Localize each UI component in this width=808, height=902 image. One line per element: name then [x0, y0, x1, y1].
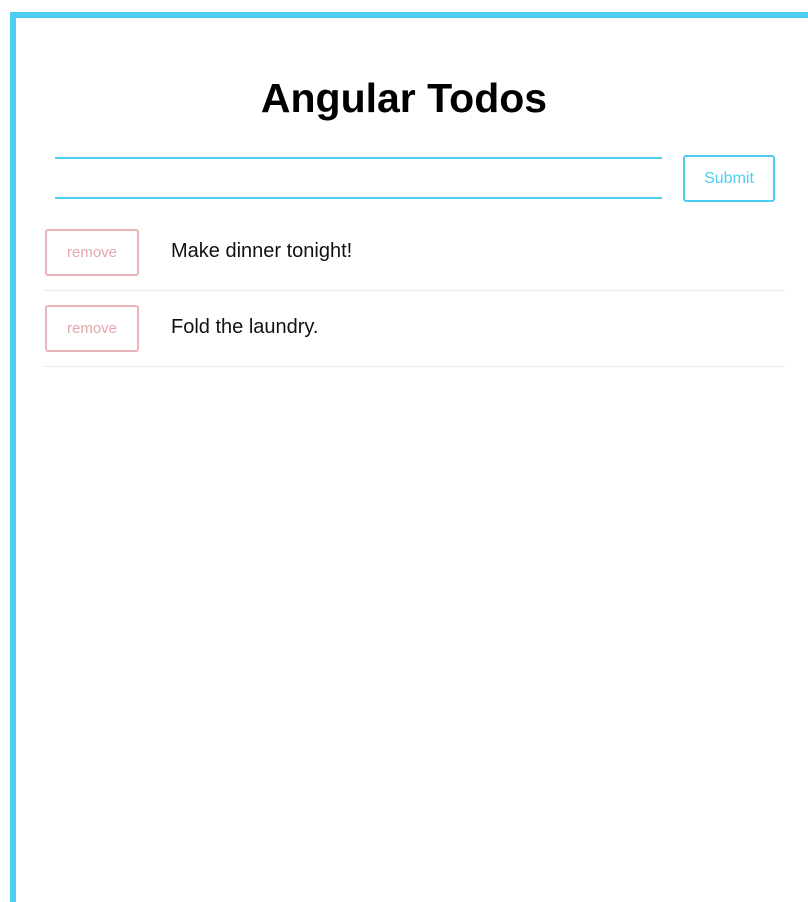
todo-list: remove Make dinner tonight! remove Fold …	[44, 215, 785, 367]
todo-text: Make dinner tonight!	[171, 240, 353, 262]
remove-button[interactable]: remove	[45, 229, 139, 276]
todo-text: Fold the laundry.	[171, 316, 319, 338]
remove-button[interactable]: remove	[45, 305, 139, 352]
submit-button[interactable]: Submit	[683, 155, 775, 202]
app-frame	[10, 12, 808, 902]
todo-item: remove Fold the laundry.	[44, 291, 785, 367]
todo-input[interactable]	[55, 157, 662, 199]
page-title: Angular Todos	[260, 75, 548, 121]
todo-item: remove Make dinner tonight!	[44, 215, 785, 291]
